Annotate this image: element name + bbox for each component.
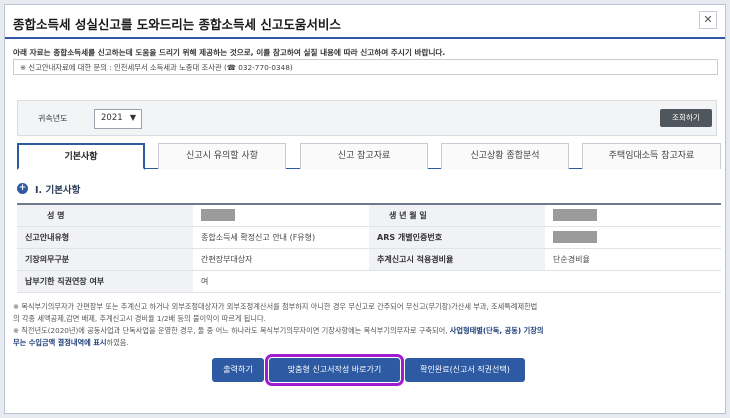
dialog-frame: 종합소득세 성실신고를 도와드리는 종합소득세 신고도움서비스 ✕ 아래 자료는… — [4, 4, 726, 414]
filter-bar: 귀속년도 2021 ▼ 조회하기 — [17, 100, 717, 136]
action-buttons: 출력하기 맞춤형 신고서작성 바로가기 확인완료(신고서 직권선택) — [5, 354, 725, 386]
tab-analysis[interactable]: 신고상황 종합분석 — [441, 143, 569, 169]
birth-value — [545, 204, 721, 227]
guide-type-label: 신고안내유형 — [17, 226, 193, 249]
footnote-emphasis: 사업형태별(단독, 공동) 기장의 — [449, 326, 544, 335]
masked-value — [201, 209, 235, 222]
bookkeeping-label: 기장의무구분 — [17, 248, 193, 271]
footnote-emphasis: 무는 수입금액 결정내역에 표시 — [13, 338, 107, 347]
expense-rate-value: 단순경비율 — [545, 248, 721, 271]
table-row: 성 명 생 년 월 일 — [17, 204, 721, 227]
name-label: 성 명 — [17, 204, 193, 227]
footnote-line: ※ 복식부기의무자가 간편장부 또는 추계신고 하거나 외부조정대상자가 외부조… — [13, 302, 538, 311]
guide-type-value: 종합소득세 확정신고 안내 (F유형) — [193, 226, 369, 249]
footnote-text: ※ 직전년도(2020년)에 공동사업과 단독사업을 운영한 경우, 둘 중 어… — [13, 326, 450, 335]
confirm-button[interactable]: 확인완료(신고서 직권선택) — [405, 358, 525, 382]
chevron-down-icon: ▼ — [129, 113, 136, 122]
page-title: 종합소득세 성실신고를 도와드리는 종합소득세 신고도움서비스 — [13, 17, 341, 32]
year-select[interactable]: 2021 ▼ — [94, 109, 142, 129]
tab-references[interactable]: 신고 참고자료 — [300, 143, 428, 169]
plus-circle-icon: + — [17, 183, 28, 194]
bookkeeping-value: 간편장부대상자 — [193, 248, 369, 271]
table-row: 납부기한 직권연장 여부 여 — [17, 270, 721, 293]
year-label: 귀속년도 — [38, 114, 68, 123]
tab-cautions[interactable]: 신고시 유의할 사항 — [158, 143, 286, 169]
year-value: 2021 — [101, 113, 123, 123]
close-icon[interactable]: ✕ — [699, 11, 717, 29]
masked-value — [553, 209, 597, 222]
print-button[interactable]: 출력하기 — [212, 358, 264, 382]
tab-bar: 기본사항 신고시 유의할 사항 신고 참고자료 신고상황 종합분석 주택임대소득… — [17, 143, 721, 170]
extension-label: 납부기한 직권연장 여부 — [17, 270, 193, 293]
footnote-line: ※ 직전년도(2020년)에 공동사업과 단독사업을 운영한 경우, 둘 중 어… — [13, 325, 721, 337]
title-bar: 종합소득세 성실신고를 도와드리는 종합소득세 신고도움서비스 ✕ — [5, 5, 725, 39]
footnotes: ※ 복식부기의무자가 간편장부 또는 추계신고 하거나 외부조정대상자가 외부조… — [13, 301, 721, 349]
contact-info: ※ 신고안내자료에 대한 문의 : 인천세무서 소득세과 노종대 조사관 (☎ … — [13, 59, 718, 75]
notice-text: 아래 자료는 종합소득세를 신고하는데 도움을 드리기 위해 제공하는 것으로,… — [13, 48, 446, 57]
tab-basic[interactable]: 기본사항 — [17, 143, 145, 170]
section-title: Ⅰ. 기본사항 — [35, 185, 81, 196]
empty-cell — [369, 270, 545, 293]
ars-value — [545, 226, 721, 249]
basic-info-table: 성 명 생 년 월 일 신고안내유형 종합소득세 확정신고 안내 (F유형) A… — [17, 203, 721, 293]
table-row: 기장의무구분 간편장부대상자 추계신고시 적용경비율 단순경비율 — [17, 248, 721, 271]
tab-housing-rental[interactable]: 주택임대소득 참고자료 — [582, 143, 721, 169]
name-value — [193, 204, 369, 227]
footnote-line: 의 각종 세액공제,감면 배제, 추계신고시 경비율 1/2배 등의 불이익이 … — [13, 314, 266, 323]
search-button[interactable]: 조회하기 — [660, 109, 712, 127]
ars-label: ARS 개별인증번호 — [369, 226, 545, 249]
empty-cell — [545, 270, 721, 293]
table-row: 신고안내유형 종합소득세 확정신고 안내 (F유형) ARS 개별인증번호 — [17, 226, 721, 249]
birth-label: 생 년 월 일 — [369, 204, 545, 227]
expense-rate-label: 추계신고시 적용경비율 — [369, 248, 545, 271]
custom-report-button[interactable]: 맞춤형 신고서작성 바로가기 — [265, 354, 404, 386]
footnote-line: 무는 수입금액 결정내역에 표시하였음. — [13, 337, 721, 349]
footnote-text: 하였음. — [106, 338, 129, 347]
masked-value — [553, 231, 597, 243]
extension-value: 여 — [193, 270, 369, 293]
